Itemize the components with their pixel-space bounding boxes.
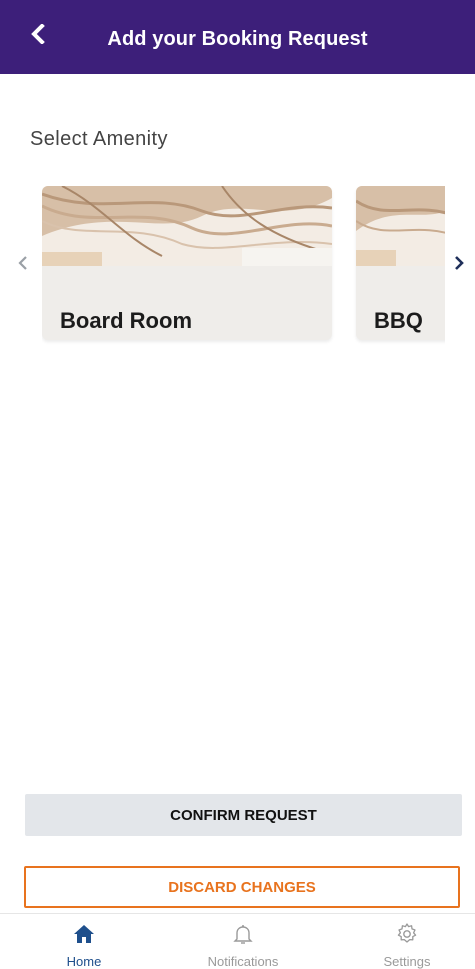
amenity-photo (356, 186, 445, 266)
nav-label-notifications: Notifications (207, 954, 279, 969)
nav-item-home[interactable]: Home (24, 914, 144, 969)
bell-icon (231, 922, 255, 951)
discard-changes-button[interactable]: DISCARD CHANGES (24, 866, 460, 908)
app-header: Add your Booking Request (0, 0, 475, 74)
amenity-photo (42, 186, 332, 266)
bottom-nav: Home Notifications Settings (0, 913, 475, 969)
carousel-prev-button[interactable] (12, 248, 34, 278)
chevron-left-icon (18, 256, 27, 270)
home-icon (72, 922, 96, 951)
amenity-card-board-room[interactable]: Board Room (42, 186, 332, 340)
nav-item-notifications[interactable]: Notifications (183, 914, 303, 969)
carousel-next-button[interactable] (448, 248, 470, 278)
nav-item-settings[interactable]: Settings (347, 914, 467, 969)
nav-label-settings: Settings (383, 954, 431, 969)
page-title: Add your Booking Request (107, 28, 368, 50)
gear-icon (395, 922, 419, 951)
chevron-right-icon (455, 256, 464, 270)
amenity-carousel[interactable]: Board Room BBQ (42, 186, 445, 346)
select-amenity-label: Select Amenity (30, 128, 168, 150)
nav-label-home: Home (66, 954, 102, 969)
amenity-card-bbq[interactable]: BBQ (356, 186, 445, 340)
amenity-name: BBQ (374, 308, 423, 333)
amenity-name: Board Room (60, 308, 192, 333)
confirm-request-button[interactable]: CONFIRM REQUEST (25, 794, 462, 836)
